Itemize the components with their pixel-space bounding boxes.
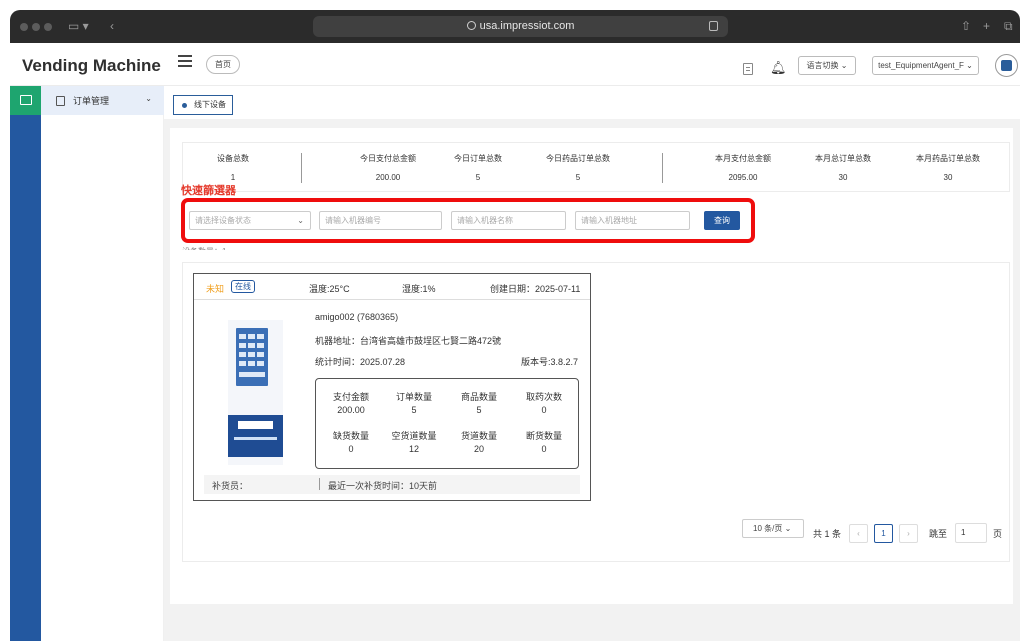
active-dot-icon <box>182 103 187 108</box>
temperature: 温度:25°C <box>309 284 350 294</box>
stat-device-total: 设备总数 1 <box>217 154 249 182</box>
next-page-button[interactable]: › <box>899 524 918 543</box>
metric-orders: 订单数量 5 <box>395 392 432 415</box>
prev-page-button[interactable]: ‹ <box>849 524 868 543</box>
stat-month-payment: 本月支付总金额 2095.00 <box>715 154 771 182</box>
device-card-header: 未知 在线 温度:25°C 湿度:1% 创建日期：2025-07-11 <box>194 274 590 300</box>
main-content: 线下设备 设备总数 1 今日支付总金额 200.00 今日订单总数 5 今日药品订单总… <box>164 86 1020 641</box>
monitor-icon <box>20 95 32 105</box>
stats-panel: 设备总数 1 今日支付总金额 200.00 今日订单总数 5 今日药品订单总数 5 本月… <box>182 142 1010 192</box>
humidity: 湿度:1% <box>402 284 436 294</box>
top-header: Vending Machine 首页 🔔︎ 语言切换 ⌄ test_Equipm… <box>10 43 1020 86</box>
app-window: Vending Machine 首页 🔔︎ 语言切换 ⌄ test_Equipm… <box>10 43 1020 641</box>
online-badge: 在线 <box>231 280 255 293</box>
restocker: 补货员： <box>212 481 249 491</box>
version: 版本号:3.8.2.7 <box>520 357 578 367</box>
machine-number-input[interactable]: 请输入机器编号 <box>319 211 442 230</box>
device-address: 机器地址：台湾省高雄市鼓埕区七賢二路472號 <box>315 336 502 346</box>
query-button[interactable]: 查询 <box>704 211 740 230</box>
device-status: 未知 <box>206 284 225 294</box>
bell-icon[interactable]: 🔔︎ <box>770 60 787 76</box>
last-restock: 最近一次补货时间：10天前 <box>328 481 438 491</box>
stat-today-orders: 今日订单总数 5 <box>454 154 502 182</box>
metric-shortage: 缺货数量 0 <box>332 431 369 454</box>
quick-filter-title: 快速篩選器 <box>181 185 236 197</box>
device-status-select[interactable]: 请选择设备状态 ⌄ <box>189 211 311 230</box>
tabs-overview-icon[interactable]: ⧉ <box>1004 19 1013 34</box>
divider <box>301 153 302 183</box>
list-icon <box>56 96 65 106</box>
metric-goods: 商品数量 5 <box>460 392 497 415</box>
back-icon[interactable]: ‹ <box>110 19 114 33</box>
machine-address-input[interactable]: 请输入机器地址 <box>575 211 690 230</box>
address-bar[interactable]: usa.impressiot.com <box>313 16 728 37</box>
metric-lanes: 货道数量 20 <box>460 431 497 454</box>
stat-month-orders: 本月总订单总数 30 <box>815 154 871 182</box>
divider <box>319 478 320 490</box>
avatar[interactable] <box>995 54 1018 77</box>
machine-name-input[interactable]: 请输入机器名称 <box>451 211 566 230</box>
sidebar-item-label: 订单管理 <box>73 96 110 106</box>
page-size-select[interactable]: 10 条/页 ⌄ <box>742 519 804 538</box>
metric-pickups: 取药次数 0 <box>525 392 562 415</box>
sidebar-toggle-icon[interactable]: ▭ ▾ <box>68 19 89 33</box>
divider <box>662 153 663 183</box>
browser-toolbar: ▭ ▾ ‹ usa.impressiot.com ⇧ + ⧉ <box>10 10 1020 43</box>
created-date: 创建日期：2025-07-11 <box>490 284 581 294</box>
rail-item-dashboard[interactable] <box>10 86 41 115</box>
zoom-window-dot[interactable] <box>44 23 52 31</box>
device-card[interactable]: 未知 在线 温度:25°C 湿度:1% 创建日期：2025-07-11 amig… <box>193 273 591 501</box>
close-window-dot[interactable] <box>20 23 28 31</box>
chevron-down-icon: ⌄ <box>297 216 304 225</box>
device-list: 未知 在线 温度:25°C 湿度:1% 创建日期：2025-07-11 amig… <box>182 262 1010 562</box>
device-list-label: 设备数量：1 <box>182 246 226 250</box>
stat-month-drug-orders: 本月药品订单总数 30 <box>916 154 980 182</box>
sidebar-menu: 订单管理 ⌄ <box>41 86 164 641</box>
metric-payment: 支付金额 200.00 <box>332 392 369 415</box>
reader-icon[interactable] <box>709 21 718 31</box>
document-icon[interactable] <box>743 63 753 75</box>
url-text: usa.impressiot.com <box>479 20 575 32</box>
jump-page-input[interactable]: 1 <box>955 523 987 543</box>
home-tab[interactable]: 首页 <box>206 55 240 74</box>
vending-machine-image <box>228 320 283 465</box>
chevron-down-icon: ⌄ <box>145 94 152 103</box>
new-tab-icon[interactable]: + <box>983 19 990 33</box>
quick-filter-box: 请选择设备状态 ⌄ 请输入机器编号 请输入机器名称 请输入机器地址 查询 <box>181 198 755 243</box>
metric-empty-lanes: 空货道数量 12 <box>391 431 437 454</box>
sidebar-item-orders[interactable]: 订单管理 ⌄ <box>41 86 164 115</box>
device-card-footer: 补货员： 最近一次补货时间：10天前 <box>204 475 580 494</box>
metric-out-of-stock: 断货数量 0 <box>525 431 562 454</box>
brand-title: Vending Machine <box>22 56 161 75</box>
total-count: 共 1 条 <box>813 529 842 539</box>
stat-today-payment: 今日支付总金额 200.00 <box>360 154 416 182</box>
stat-time: 统计时间：2025.07.28 <box>315 357 406 367</box>
share-icon[interactable]: ⇧ <box>961 19 971 33</box>
minimize-window-dot[interactable] <box>32 23 40 31</box>
hamburger-icon[interactable] <box>178 55 192 67</box>
page-unit: 页 <box>993 529 1003 539</box>
device-name: amigo002 (7680365) <box>315 312 399 322</box>
page-number-button[interactable]: 1 <box>874 524 893 543</box>
user-select[interactable]: test_EquipmentAgent_F ⌄ <box>872 56 979 75</box>
content-panel: 设备总数 1 今日支付总金额 200.00 今日订单总数 5 今日药品订单总数 5 本月… <box>170 128 1013 604</box>
device-metrics: 支付金额 200.00 订单数量 5 商品数量 5 取药次数 0 缺货数量 0 空货道数量… <box>315 378 579 469</box>
stat-today-drug-orders: 今日药品订单总数 5 <box>546 154 610 182</box>
jump-label: 跳至 <box>929 529 948 539</box>
sidebar-rail <box>10 86 41 641</box>
tag-bar: 线下设备 <box>164 86 1020 119</box>
language-select[interactable]: 语言切换 ⌄ <box>798 56 856 75</box>
tag-offline-devices[interactable]: 线下设备 <box>173 95 233 115</box>
globe-icon <box>466 21 476 30</box>
